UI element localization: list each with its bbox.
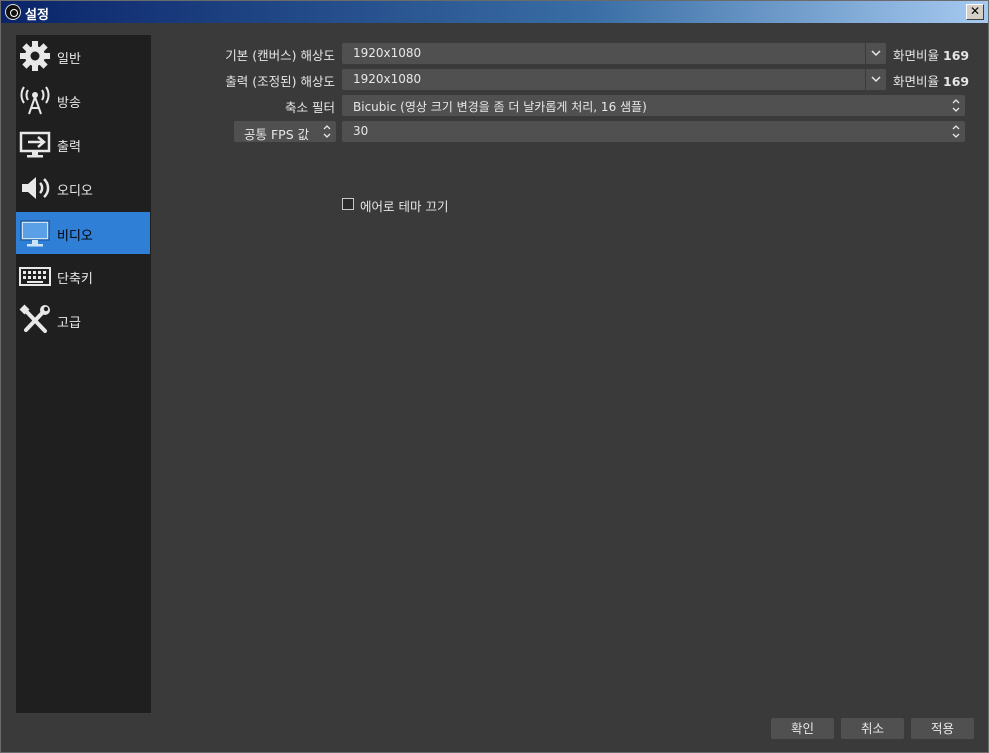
sidebar-item-label: 오디오 bbox=[57, 184, 93, 199]
ok-button[interactable]: 확인 bbox=[771, 718, 834, 739]
sidebar-item-hotkeys[interactable]: 단축키 bbox=[16, 255, 150, 297]
disable-aero-checkbox[interactable] bbox=[342, 198, 354, 210]
output-aspect-ratio: 화면비율 169 bbox=[893, 71, 969, 90]
sidebar-item-general[interactable]: 일반 bbox=[16, 35, 150, 77]
gear-icon bbox=[20, 41, 50, 71]
fps-value-select[interactable]: 30 bbox=[342, 121, 965, 142]
up-down-arrows-icon bbox=[952, 125, 960, 138]
chevron-down-icon bbox=[871, 76, 881, 83]
output-aspect-value: 169 bbox=[943, 74, 970, 89]
downscale-filter-select[interactable]: Bicubic (영상 크기 변경을 좀 더 날카롭게 처리, 16 샘플) bbox=[342, 95, 965, 116]
base-resolution-label: 기본 (캔버스) 해상도 bbox=[225, 48, 335, 63]
base-resolution-dropdown-button[interactable] bbox=[865, 43, 886, 64]
disable-aero-label: 에어로 테마 끄기 bbox=[360, 199, 449, 214]
base-resolution-combobox[interactable]: 1920x1080 bbox=[342, 43, 886, 64]
output-monitor-icon bbox=[19, 131, 51, 158]
output-resolution-value: 1920x1080 bbox=[353, 72, 422, 86]
speaker-icon bbox=[22, 177, 50, 199]
sidebar-item-output[interactable]: 출력 bbox=[16, 123, 150, 165]
close-button[interactable]: ✕ bbox=[966, 4, 984, 20]
base-resolution-value: 1920x1080 bbox=[353, 46, 422, 60]
sidebar-item-label: 방송 bbox=[57, 96, 81, 111]
window-title: 설정 bbox=[25, 8, 49, 23]
apply-button[interactable]: 적용 bbox=[911, 718, 974, 739]
sidebar-item-video[interactable]: 비디오 bbox=[16, 212, 150, 254]
output-aspect-label: 화면비율 bbox=[893, 74, 940, 89]
sidebar-item-label: 단축키 bbox=[57, 272, 93, 287]
sidebar-item-label: 일반 bbox=[57, 52, 81, 67]
fps-type-spinner[interactable] bbox=[318, 121, 336, 142]
sidebar-item-audio[interactable]: 오디오 bbox=[16, 167, 150, 209]
settings-window: 설정 ✕ 일반 방송 출력 오디오 비디오 단축키 고급 기본 (캔버스) 해상… bbox=[0, 0, 989, 753]
fps-type-select[interactable]: 공통 FPS 값 bbox=[234, 121, 336, 142]
downscale-filter-spinner[interactable] bbox=[947, 95, 965, 116]
up-down-arrows-icon bbox=[952, 99, 960, 112]
output-resolution-dropdown-button[interactable] bbox=[865, 69, 886, 90]
fps-value: 30 bbox=[353, 124, 369, 138]
base-aspect-label: 화면비율 bbox=[893, 48, 940, 63]
settings-sidebar: 일반 방송 출력 오디오 비디오 단축키 고급 bbox=[16, 35, 151, 713]
output-resolution-label: 출력 (조정된) 해상도 bbox=[225, 74, 335, 89]
output-resolution-combobox[interactable]: 1920x1080 bbox=[342, 69, 886, 90]
cancel-button[interactable]: 취소 bbox=[841, 718, 904, 739]
sidebar-item-label: 고급 bbox=[57, 316, 81, 331]
sidebar-item-stream[interactable]: 방송 bbox=[16, 79, 150, 121]
fps-type-label: 공통 FPS 값 bbox=[244, 127, 310, 142]
sidebar-item-label: 출력 bbox=[57, 140, 81, 155]
monitor-icon bbox=[20, 220, 50, 247]
downscale-filter-value: Bicubic (영상 크기 변경을 좀 더 날카롭게 처리, 16 샘플) bbox=[353, 100, 647, 114]
chevron-down-icon bbox=[871, 50, 881, 57]
title-bar[interactable]: 설정 ✕ bbox=[1, 1, 988, 23]
antenna-icon bbox=[20, 86, 50, 115]
downscale-filter-label: 축소 필터 bbox=[285, 100, 335, 115]
sidebar-item-label: 비디오 bbox=[57, 229, 93, 244]
up-down-arrows-icon bbox=[323, 125, 331, 138]
fps-value-spinner[interactable] bbox=[947, 121, 965, 142]
obs-logo-icon bbox=[5, 4, 21, 20]
sidebar-item-advanced[interactable]: 고급 bbox=[16, 299, 150, 341]
keyboard-icon bbox=[19, 267, 51, 286]
base-aspect-ratio: 화면비율 169 bbox=[893, 45, 969, 64]
base-aspect-value: 169 bbox=[943, 48, 970, 63]
tools-icon bbox=[19, 304, 50, 333]
